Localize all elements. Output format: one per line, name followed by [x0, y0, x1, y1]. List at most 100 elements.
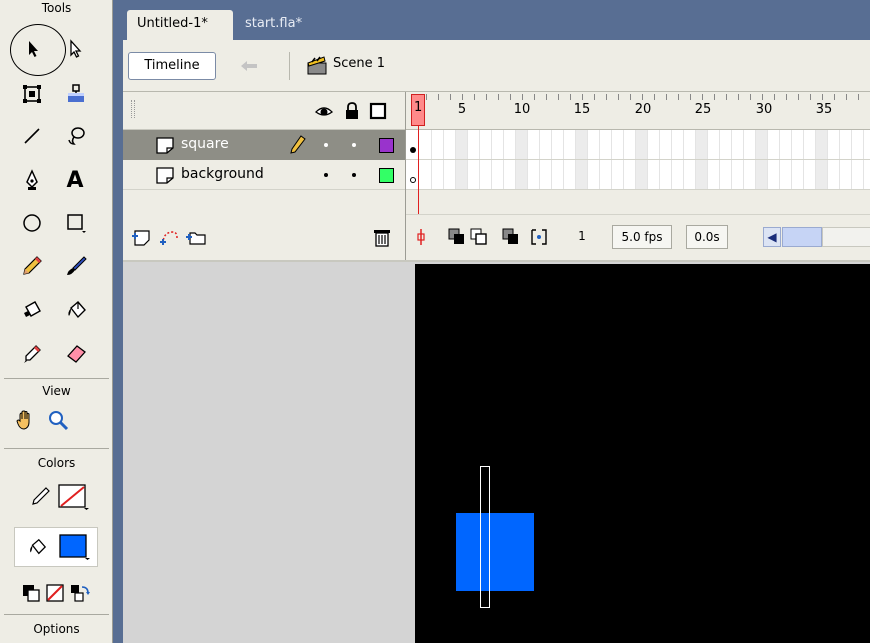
frame-cell[interactable] [540, 160, 552, 189]
lock-icon[interactable] [343, 102, 361, 120]
frame-cell[interactable] [444, 130, 456, 159]
frame-cell[interactable] [564, 160, 576, 189]
stroke-color-swatch[interactable] [58, 484, 90, 510]
add-motion-guide-icon[interactable] [159, 226, 181, 248]
fill-transform-tool[interactable] [63, 81, 89, 107]
frame-cell[interactable] [552, 130, 564, 159]
frame-cell[interactable] [636, 130, 648, 159]
no-color-icon[interactable] [46, 584, 64, 602]
frame-cell[interactable] [576, 160, 588, 189]
frame-cell[interactable] [780, 130, 792, 159]
tab-start-fla[interactable]: start.fla* [235, 10, 315, 40]
frame-cell[interactable] [480, 160, 492, 189]
default-colors-icon[interactable] [22, 584, 40, 602]
frame-cell[interactable] [744, 130, 756, 159]
paint-bucket-tool[interactable] [63, 297, 89, 323]
frame-cell[interactable] [552, 160, 564, 189]
frame-cell[interactable] [744, 160, 756, 189]
zoom-tool[interactable] [45, 407, 71, 433]
frame-cell[interactable] [852, 160, 864, 189]
horizontal-scroll-thumb[interactable] [782, 227, 822, 247]
free-transform-tool[interactable] [19, 81, 45, 107]
eye-icon[interactable] [315, 102, 333, 120]
frame-cell[interactable] [516, 160, 528, 189]
layer-outline-swatch-background[interactable] [379, 168, 394, 183]
frame-cell[interactable] [420, 130, 432, 159]
frame-cell[interactable] [672, 160, 684, 189]
selection-bounding-box[interactable] [480, 466, 490, 608]
frame-cell[interactable] [696, 130, 708, 159]
frame-cell[interactable] [612, 130, 624, 159]
frame-cell[interactable] [852, 130, 864, 159]
insert-folder-icon[interactable] [185, 226, 207, 248]
frame-cell[interactable] [768, 130, 780, 159]
frame-cell[interactable] [696, 160, 708, 189]
frame-cell[interactable] [624, 130, 636, 159]
swap-colors-icon[interactable] [70, 584, 90, 602]
frame-cell[interactable] [528, 160, 540, 189]
frame-cell[interactable] [840, 130, 852, 159]
frame-cell[interactable] [684, 160, 696, 189]
selection-tool[interactable] [20, 36, 46, 62]
grip-handle[interactable] [131, 100, 135, 118]
insert-layer-icon[interactable] [131, 226, 153, 248]
frame-cell[interactable] [480, 130, 492, 159]
frame-cell[interactable] [648, 130, 660, 159]
frame-cell[interactable] [816, 160, 828, 189]
visibility-dot[interactable] [324, 173, 328, 177]
back-button[interactable] [231, 52, 267, 80]
current-frame-field[interactable]: 1 [566, 225, 598, 249]
frame-cell[interactable] [588, 130, 600, 159]
lasso-tool[interactable] [63, 123, 89, 149]
blue-square-shape[interactable] [456, 513, 534, 591]
frame-cell[interactable] [768, 160, 780, 189]
frame-cell[interactable] [732, 160, 744, 189]
frame-cell[interactable] [492, 130, 504, 159]
pencil-tool[interactable] [19, 253, 45, 279]
frame-row-square[interactable] [406, 130, 870, 160]
edit-multiple-frames-icon[interactable] [502, 228, 520, 246]
modify-onion-markers-icon[interactable] [530, 228, 548, 246]
line-tool[interactable] [19, 123, 45, 149]
visibility-dot[interactable] [324, 143, 328, 147]
trash-icon[interactable] [371, 226, 393, 248]
frame-cell[interactable] [720, 160, 732, 189]
frame-cell[interactable] [504, 130, 516, 159]
frame-cell[interactable] [444, 160, 456, 189]
frame-cell[interactable] [732, 130, 744, 159]
frame-cell[interactable] [432, 130, 444, 159]
frame-cell[interactable] [828, 160, 840, 189]
frame-cell[interactable] [804, 160, 816, 189]
frame-cell[interactable] [468, 130, 480, 159]
lock-dot[interactable] [352, 143, 356, 147]
hand-tool[interactable] [12, 407, 38, 433]
onion-skin-outlines-icon[interactable] [470, 228, 488, 246]
timeline-button[interactable]: Timeline [128, 52, 216, 80]
frame-cell[interactable] [804, 130, 816, 159]
frame-cell[interactable] [468, 160, 480, 189]
frame-cell[interactable] [828, 130, 840, 159]
frame-cell[interactable] [792, 130, 804, 159]
frame-cell[interactable] [792, 160, 804, 189]
subselection-tool[interactable] [62, 36, 88, 62]
frame-cell[interactable] [660, 160, 672, 189]
frame-cell[interactable] [600, 130, 612, 159]
stage[interactable] [415, 264, 870, 643]
panel-divider-strip[interactable] [113, 0, 123, 643]
frame-cell[interactable] [420, 160, 432, 189]
layer-row-background[interactable]: background [123, 160, 405, 190]
brush-tool[interactable] [63, 253, 89, 279]
frame-cell[interactable] [492, 160, 504, 189]
onion-skin-icon[interactable] [448, 228, 466, 246]
pasteboard[interactable] [123, 264, 870, 643]
frame-cell[interactable] [528, 130, 540, 159]
frame-cell[interactable] [684, 130, 696, 159]
pen-tool[interactable] [19, 167, 45, 193]
fill-color-swatch[interactable] [59, 534, 91, 560]
keyframe-empty[interactable] [410, 177, 416, 183]
elapsed-time-field[interactable]: 0.0s [686, 225, 728, 249]
frame-cell[interactable] [636, 160, 648, 189]
frame-cell[interactable] [624, 160, 636, 189]
tab-untitled[interactable]: Untitled-1* [127, 10, 233, 40]
eyedropper-tool[interactable] [19, 341, 45, 367]
